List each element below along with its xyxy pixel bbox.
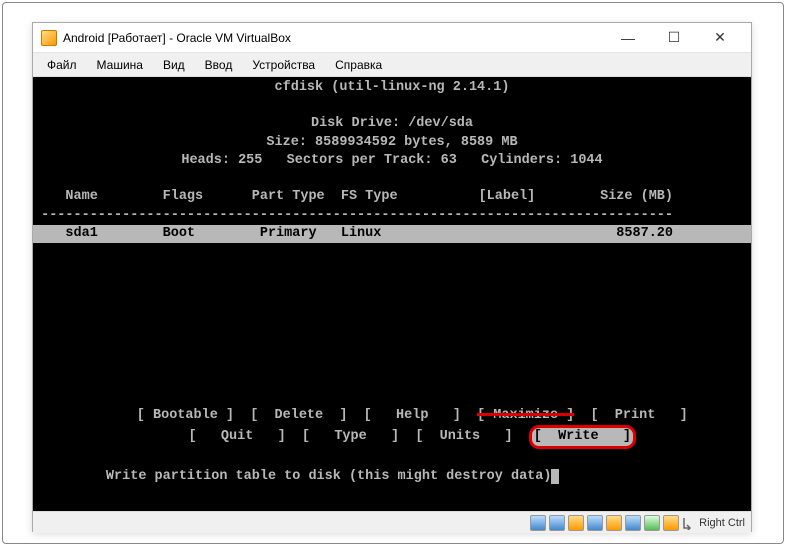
- menu-help[interactable]: Справка: [325, 55, 392, 75]
- divider: ----------------------------------------…: [33, 208, 673, 223]
- titlebar[interactable]: Android [Работает] - Oracle VM VirtualBo…: [33, 23, 751, 53]
- text-cursor: [551, 469, 559, 484]
- menu-devices[interactable]: Устройства: [242, 55, 325, 75]
- actions-pre: [ Bootable ] [ Delete ] [ Help ]: [96, 408, 477, 423]
- disk-icon[interactable]: [530, 515, 546, 531]
- statusbar: Right Ctrl: [33, 511, 751, 533]
- disk-geometry: Heads: 255 Sectors per Track: 63 Cylinde…: [33, 152, 751, 170]
- close-button[interactable]: ✕: [697, 23, 743, 53]
- disk-size: Size: 8589934592 bytes, 8589 MB: [33, 134, 751, 152]
- cfdisk-header: cfdisk (util-linux-ng 2.14.1): [33, 79, 751, 97]
- menu-view[interactable]: Вид: [153, 55, 195, 75]
- hostkey-label: Right Ctrl: [699, 517, 745, 529]
- partition-row-sda1[interactable]: sda1 Boot Primary Linux 8587.20: [33, 225, 751, 243]
- action-print[interactable]: [ Print ]: [574, 408, 687, 423]
- usb-icon[interactable]: [587, 515, 603, 531]
- window-title: Android [Работает] - Oracle VM VirtualBo…: [63, 31, 605, 45]
- minimize-button[interactable]: —: [605, 23, 651, 53]
- column-headers: Name Flags Part Type FS Type [Label] Siz…: [33, 189, 673, 204]
- prompt-text: Write partition table to disk (this migh…: [33, 469, 551, 484]
- menu-machine[interactable]: Машина: [87, 55, 153, 75]
- maximize-button[interactable]: ☐: [651, 23, 697, 53]
- action-row-2: [ Quit ] [ Type ] [ Units ] [ Write ]: [33, 425, 751, 449]
- network-icon[interactable]: [568, 515, 584, 531]
- action-row-1: [ Bootable ] [ Delete ] [ Help ] [ Maxim…: [33, 407, 751, 425]
- optical-icon[interactable]: [549, 515, 565, 531]
- menubar: Файл Машина Вид Ввод Устройства Справка: [33, 53, 751, 77]
- disk-drive: Disk Drive: /dev/sda: [33, 115, 751, 133]
- recording-icon[interactable]: [644, 515, 660, 531]
- shared-folder-icon[interactable]: [606, 515, 622, 531]
- virtualbox-window: Android [Работает] - Oracle VM VirtualBo…: [32, 22, 752, 532]
- hostkey-arrow-icon: [682, 516, 692, 530]
- terminal[interactable]: cfdisk (util-linux-ng 2.14.1) Disk Drive…: [33, 77, 751, 511]
- display-icon[interactable]: [625, 515, 641, 531]
- actions-pre2: [ Quit ] [ Type ] [ Units ]: [148, 429, 529, 444]
- action-maximize[interactable]: [ Maximize ]: [477, 408, 574, 423]
- action-write[interactable]: [ Write ]: [529, 425, 636, 449]
- app-icon: [41, 30, 57, 46]
- menu-input[interactable]: Ввод: [195, 55, 243, 75]
- menu-file[interactable]: Файл: [37, 55, 87, 75]
- cpu-icon[interactable]: [663, 515, 679, 531]
